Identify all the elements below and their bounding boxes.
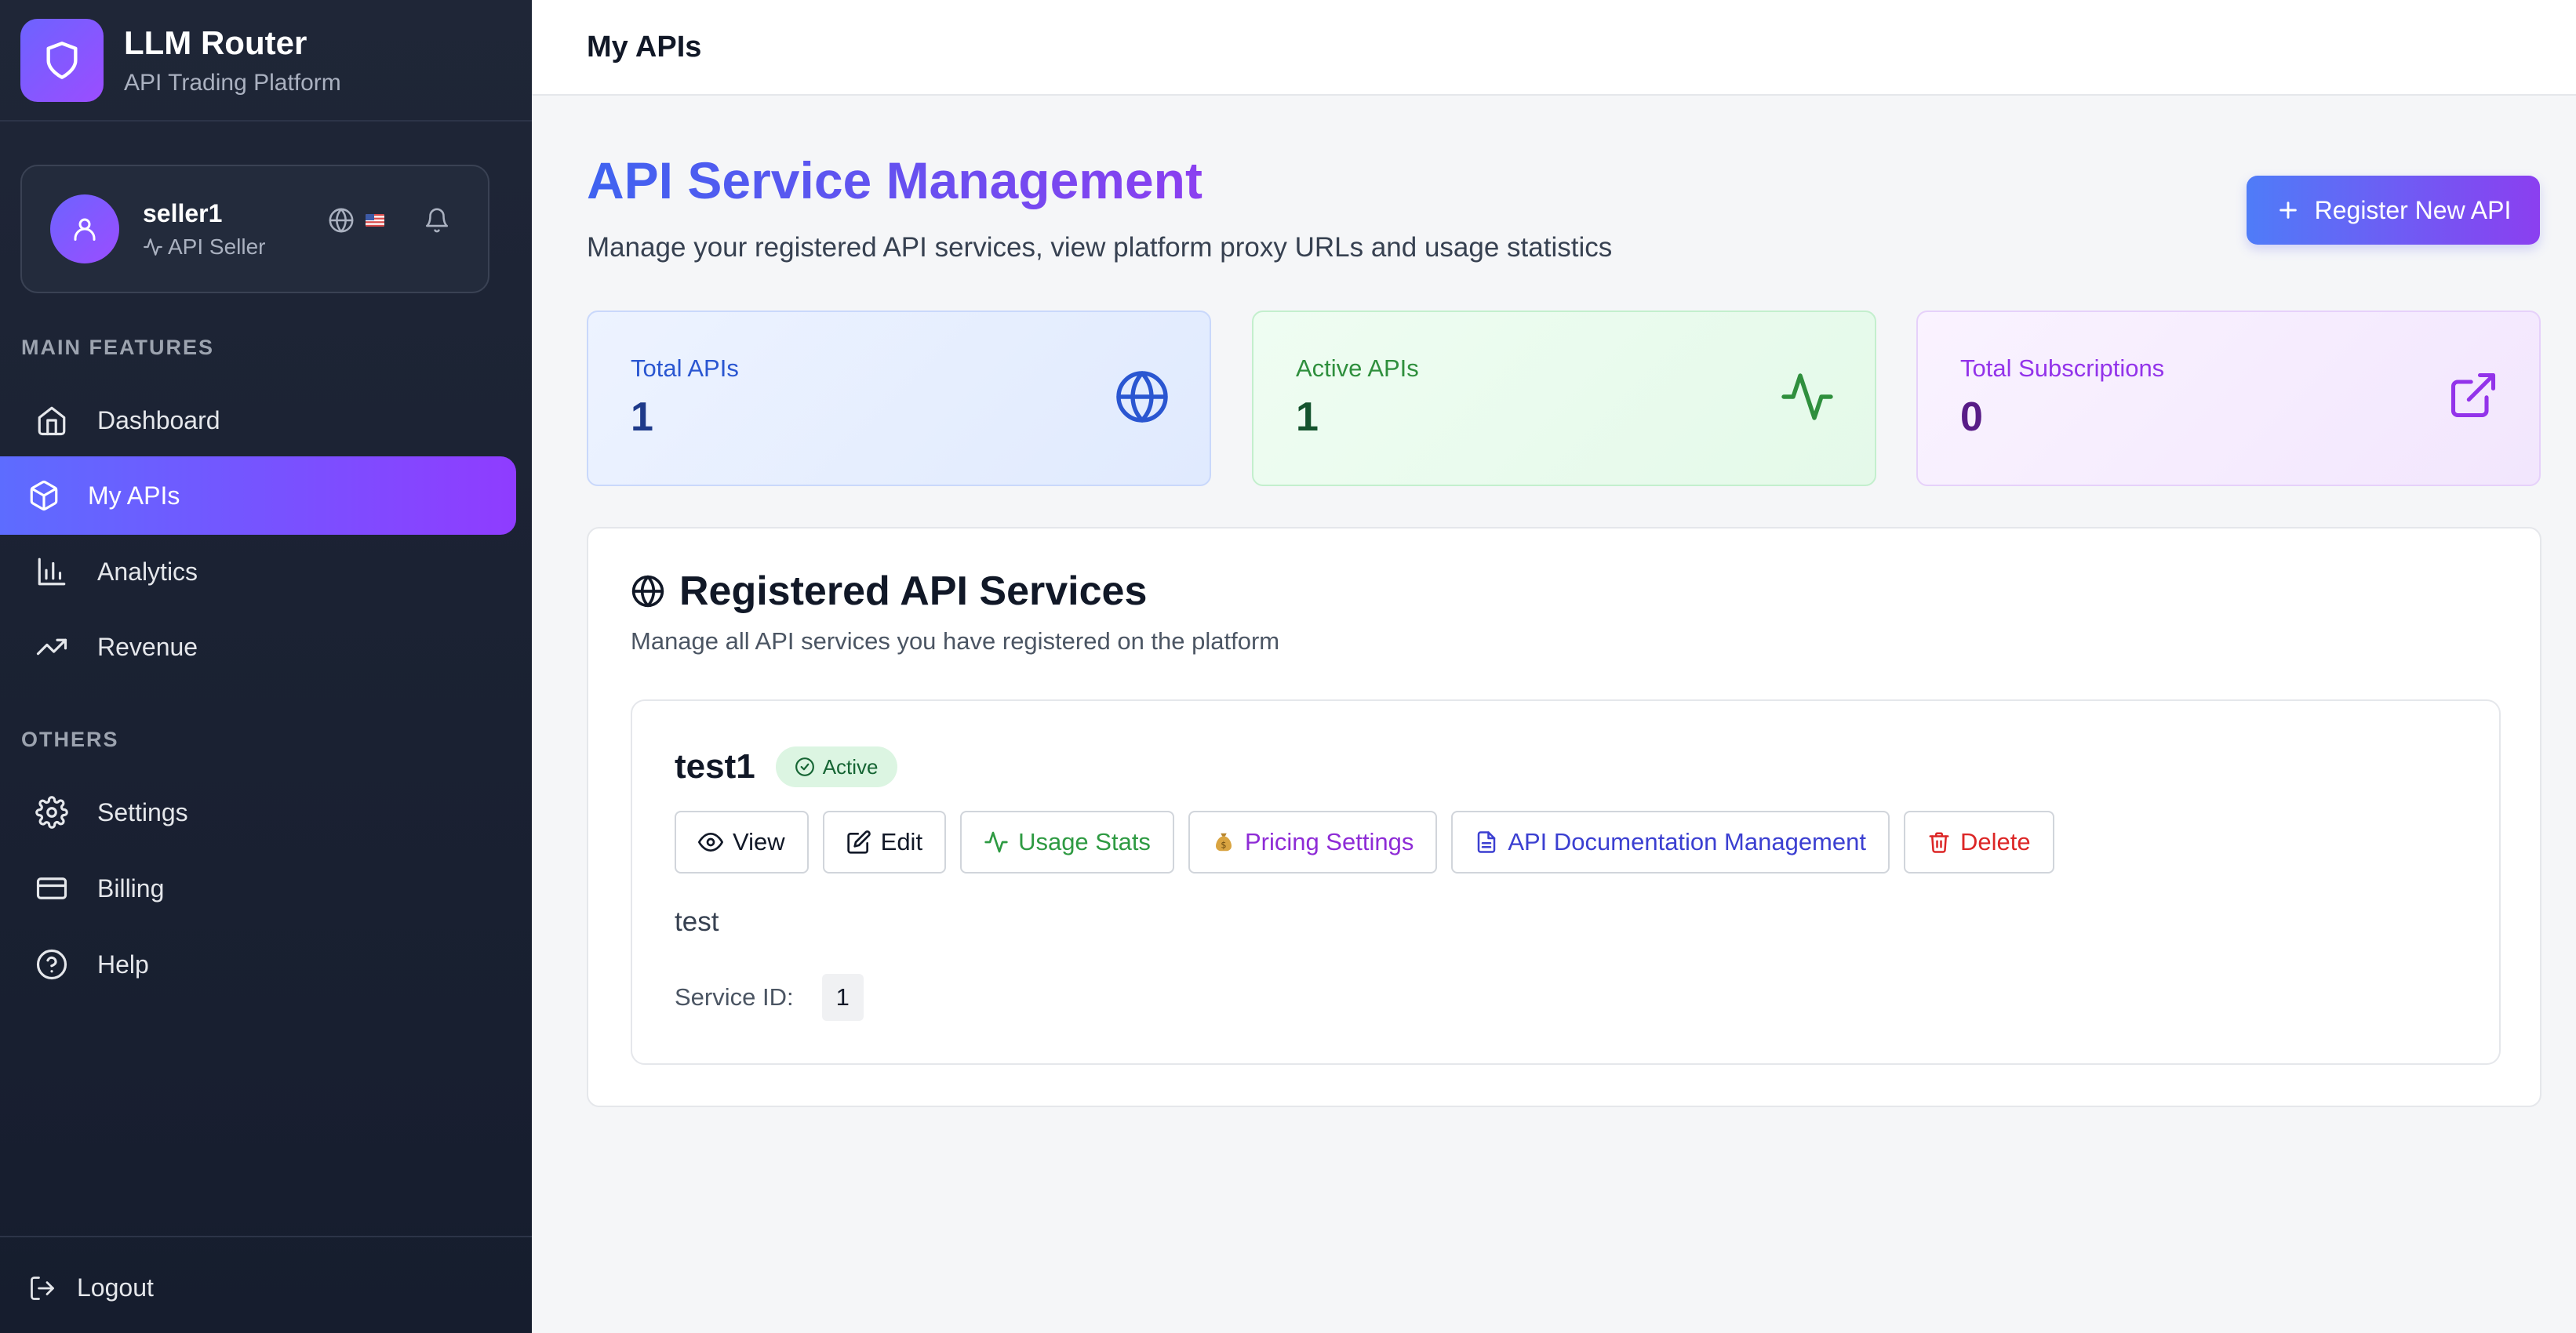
delete-button[interactable]: Delete (1903, 811, 2054, 874)
logout-label: Logout (77, 1273, 154, 1302)
activity-icon (1781, 373, 1833, 420)
help-circle-icon (36, 949, 67, 980)
brand-logo[interactable] (20, 18, 104, 102)
top-bar: My APIs (532, 0, 2576, 96)
logout-button[interactable]: Logout (28, 1273, 154, 1302)
header-title: My APIs (587, 30, 702, 64)
activity-icon (984, 831, 1008, 853)
service-name: test1 (675, 747, 755, 786)
sidebar-item-label: Analytics (97, 557, 198, 586)
home-icon (38, 406, 66, 436)
delete-label: Delete (1959, 828, 2031, 855)
sidebar-item-revenue[interactable]: Revenue (0, 608, 516, 686)
sidebar-item-settings[interactable]: Settings (0, 773, 516, 852)
sidebar-item-label: Revenue (97, 632, 198, 661)
sidebar-item-billing[interactable]: Billing (0, 849, 516, 928)
status-badge: Active (775, 746, 897, 787)
sidebar-item-label: Dashboard (97, 405, 220, 434)
section-label-others: OTHERS (21, 728, 119, 751)
service-card: test1 Active View Edit Usage Stats $ Pri… (631, 699, 2501, 1065)
trash-icon (1929, 832, 1949, 853)
edit-icon (846, 830, 871, 854)
shield-icon (46, 41, 78, 79)
pricing-settings-label: Pricing Settings (1244, 828, 1414, 855)
sidebar-footer: Logout (0, 1236, 532, 1333)
gear-icon (35, 796, 68, 829)
notifications-button[interactable] (424, 207, 450, 234)
registered-services-panel: Registered API Services Manage all API s… (587, 527, 2541, 1107)
service-id-value: 1 (821, 974, 864, 1021)
user-card[interactable]: seller1 API Seller (20, 165, 489, 293)
user-role: API Seller (143, 234, 266, 260)
view-button[interactable]: View (675, 811, 809, 874)
stat-card-active-apis: Active APIs 1 (1252, 311, 1876, 486)
panel-title: Registered API Services (679, 568, 1148, 614)
sidebar-item-label: Billing (97, 874, 165, 903)
file-text-icon (1478, 831, 1496, 853)
register-new-api-label: Register New API (2314, 195, 2512, 224)
sidebar-item-my-apis[interactable]: My APIs (0, 456, 516, 535)
avatar[interactable] (50, 194, 119, 263)
credit-card-icon (36, 877, 67, 899)
pricing-settings-button[interactable]: $ Pricing Settings (1188, 811, 1438, 874)
stat-card-total-subscriptions: Total Subscriptions 0 (1916, 311, 2541, 486)
service-description: test (675, 906, 719, 937)
us-flag-icon (366, 214, 384, 227)
brand-subtitle: API Trading Platform (124, 69, 341, 96)
language-switcher[interactable] (328, 207, 384, 234)
service-id-label: Service ID: (675, 983, 794, 1011)
sidebar-item-label: Help (97, 950, 149, 979)
service-id-row: Service ID: 1 (675, 974, 864, 1021)
money-bag-icon: $ (1215, 833, 1232, 852)
edit-button[interactable]: Edit (822, 811, 947, 874)
view-label: View (733, 828, 785, 855)
brand-title: LLM Router (124, 24, 307, 62)
register-new-api-button[interactable]: Register New API (2247, 176, 2540, 245)
bell-icon (425, 208, 449, 233)
api-docs-label: API Documentation Management (1508, 828, 1866, 855)
api-docs-button[interactable]: API Documentation Management (1451, 811, 1890, 874)
panel-subtitle: Manage all API services you have registe… (631, 627, 1280, 655)
edit-label: Edit (880, 828, 923, 855)
bar-chart-icon (38, 558, 66, 586)
plus-icon (2279, 202, 2297, 219)
sidebar: LLM Router API Trading Platform seller1 … (0, 0, 532, 1333)
stat-card-total-apis: Total APIs 1 (587, 311, 1211, 486)
user-icon (74, 218, 96, 241)
service-actions: View Edit Usage Stats $ Pricing Settings… (675, 811, 2054, 874)
page-subtitle: Manage your registered API services, vie… (587, 232, 1613, 263)
sidebar-item-label: Settings (97, 797, 188, 826)
page-title: API Service Management (587, 151, 1202, 209)
eye-icon (698, 833, 723, 852)
check-circle-icon (795, 757, 814, 776)
activity-icon (144, 238, 162, 256)
usage-stats-label: Usage Stats (1018, 828, 1151, 855)
sidebar-item-help[interactable]: Help (0, 925, 516, 1004)
globe-icon (329, 208, 354, 233)
sidebar-item-dashboard[interactable]: Dashboard (0, 381, 516, 459)
external-link-icon (2450, 372, 2496, 418)
usage-stats-button[interactable]: Usage Stats (960, 811, 1174, 874)
user-name: seller1 (143, 198, 223, 227)
section-label-main: MAIN FEATURES (21, 336, 214, 359)
user-role-label: API Seller (168, 234, 266, 259)
svg-text:$: $ (1221, 841, 1226, 851)
logout-icon (31, 1276, 54, 1300)
box-icon (30, 480, 58, 511)
sidebar-item-label: My APIs (88, 481, 180, 510)
status-badge-label: Active (822, 754, 879, 779)
brand-header: LLM Router API Trading Platform (0, 0, 532, 122)
sidebar-item-analytics[interactable]: Analytics (0, 532, 516, 611)
globe-icon (1116, 371, 1168, 423)
trending-up-icon (36, 638, 67, 656)
globe-icon (631, 575, 664, 608)
